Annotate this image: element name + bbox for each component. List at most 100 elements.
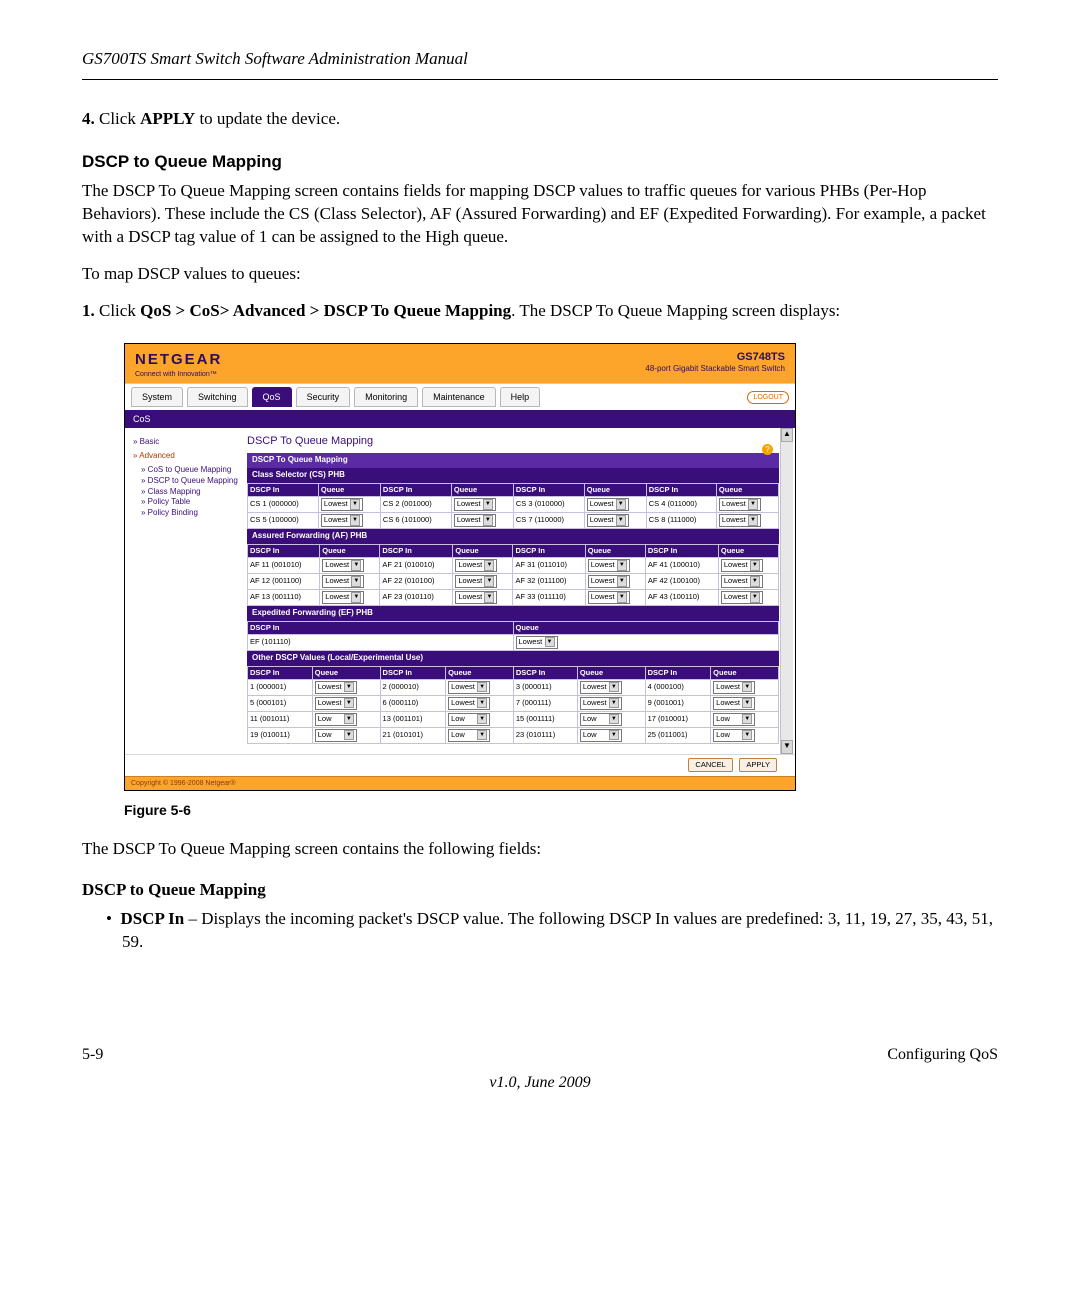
step-1-post: . The DSCP To Queue Mapping screen displ… — [511, 301, 840, 320]
paragraph-fields-intro: The DSCP To Queue Mapping screen contain… — [82, 838, 998, 861]
bullet-dscp-in: • DSCP In – Displays the incoming packet… — [122, 908, 998, 954]
figure-caption: Figure 5-6 — [124, 801, 998, 820]
table-row: CS 5 (100000)Lowest▼ CS 6 (101000)Lowest… — [248, 513, 779, 529]
queue-select[interactable]: Lowest▼ — [322, 575, 364, 588]
page-number: 5-9 — [82, 1044, 103, 1066]
scroll-up-icon[interactable]: ▲ — [781, 428, 793, 442]
table-row: 11 (001011)Low▼ 13 (001101)Low▼ 15 (0011… — [248, 711, 779, 727]
queue-select[interactable]: Lowest▼ — [719, 498, 761, 511]
tab-qos[interactable]: QoS — [252, 387, 292, 407]
subtab-cos[interactable]: CoS — [125, 410, 795, 428]
tab-switching[interactable]: Switching — [187, 387, 248, 407]
queue-select[interactable]: Low▼ — [448, 713, 490, 726]
bullet-rest: – Displays the incoming packet's DSCP va… — [122, 909, 993, 951]
step-4-post: to update the device. — [195, 109, 340, 128]
queue-select[interactable]: Low▼ — [713, 713, 755, 726]
section-heading-dscp: DSCP to Queue Mapping — [82, 151, 998, 174]
step-1: 1. Click QoS > CoS> Advanced > DSCP To Q… — [104, 300, 998, 323]
queue-select[interactable]: Low▼ — [713, 729, 755, 742]
ef-section-bar: Expedited Forwarding (EF) PHB — [247, 606, 779, 621]
paragraph-intro: The DSCP To Queue Mapping screen contain… — [82, 180, 998, 249]
nav-cos-queue[interactable]: » CoS to Queue Mapping — [141, 465, 239, 476]
th-queue: Queue — [318, 483, 380, 496]
footer-version: v1.0, June 2009 — [82, 1072, 998, 1094]
bullet-label: DSCP In — [120, 909, 184, 928]
table-row: AF 12 (001100)Lowest▼ AF 22 (010100)Lowe… — [248, 573, 779, 589]
queue-select[interactable]: Lowest▼ — [455, 591, 497, 604]
queue-select[interactable]: Lowest▼ — [587, 514, 629, 527]
queue-select[interactable]: Lowest▼ — [580, 681, 622, 694]
chapter-name: Configuring QoS — [887, 1044, 998, 1066]
queue-select[interactable]: Lowest▼ — [721, 575, 763, 588]
copyright-text: Copyright © 1996-2008 Netgear® — [125, 776, 795, 790]
queue-select[interactable]: Lowest▼ — [588, 591, 630, 604]
netgear-tagline: Connect with Innovation™ — [135, 370, 222, 379]
queue-select[interactable]: Lowest▼ — [719, 514, 761, 527]
nav-class-mapping[interactable]: » Class Mapping — [141, 487, 239, 498]
queue-select[interactable]: Lowest▼ — [588, 559, 630, 572]
queue-select[interactable]: Low▼ — [315, 713, 357, 726]
cs-table: DSCP InQueue DSCP InQueue DSCP InQueue D… — [247, 483, 779, 529]
tab-maintenance[interactable]: Maintenance — [422, 387, 496, 407]
queue-select[interactable]: Lowest▼ — [322, 591, 364, 604]
box-title-bar: DSCP To Queue Mapping — [247, 453, 779, 468]
queue-select[interactable]: Low▼ — [580, 713, 622, 726]
af-table: DSCP InQueue DSCP InQueue DSCP InQueue D… — [247, 544, 779, 606]
tab-monitoring[interactable]: Monitoring — [354, 387, 418, 407]
product-model: GS748TS — [645, 350, 785, 365]
queue-select[interactable]: Lowest▼ — [321, 498, 363, 511]
table-row: 5 (000101)Lowest▼ 6 (000110)Lowest▼ 7 (0… — [248, 695, 779, 711]
tab-help[interactable]: Help — [500, 387, 541, 407]
queue-select[interactable]: Low▼ — [580, 729, 622, 742]
fields-heading: DSCP to Queue Mapping — [82, 879, 998, 902]
queue-select[interactable]: Low▼ — [448, 729, 490, 742]
queue-select[interactable]: Lowest▼ — [454, 514, 496, 527]
queue-select[interactable]: Lowest▼ — [454, 498, 496, 511]
queue-select[interactable]: Lowest▼ — [580, 697, 622, 710]
queue-select[interactable]: Lowest▼ — [721, 559, 763, 572]
queue-select[interactable]: Lowest▼ — [321, 514, 363, 527]
table-row: 19 (010011)Low▼ 21 (010101)Low▼ 23 (0101… — [248, 727, 779, 743]
netgear-logo: NETGEAR — [135, 350, 222, 370]
tab-system[interactable]: System — [131, 387, 183, 407]
queue-select[interactable]: Lowest▼ — [455, 559, 497, 572]
queue-select[interactable]: Low▼ — [315, 729, 357, 742]
step-1-pre: Click — [99, 301, 140, 320]
cs-section-bar: Class Selector (CS) PHB — [247, 468, 779, 483]
apply-button[interactable]: APPLY — [739, 758, 777, 772]
queue-select[interactable]: Lowest▼ — [587, 498, 629, 511]
th-dscp: DSCP In — [248, 483, 319, 496]
logout-button[interactable]: LOGOUT — [747, 391, 789, 404]
queue-select[interactable]: Lowest▼ — [516, 636, 558, 649]
queue-select[interactable]: Lowest▼ — [315, 681, 357, 694]
nav-policy-table[interactable]: » Policy Table — [141, 497, 239, 508]
main-tab-bar: System Switching QoS Security Monitoring… — [125, 383, 795, 410]
step-4-bold: APPLY — [140, 109, 195, 128]
left-nav: » Basic » Advanced » CoS to Queue Mappin… — [125, 428, 243, 753]
other-section-bar: Other DSCP Values (Local/Experimental Us… — [247, 651, 779, 666]
scroll-down-icon[interactable]: ▼ — [781, 740, 793, 754]
queue-select[interactable]: Lowest▼ — [713, 681, 755, 694]
tab-security[interactable]: Security — [296, 387, 351, 407]
queue-select[interactable]: Lowest▼ — [322, 559, 364, 572]
nav-dscp-queue[interactable]: » DSCP to Queue Mapping — [141, 476, 239, 487]
nav-basic[interactable]: » Basic — [133, 437, 239, 448]
panel-title: DSCP To Queue Mapping — [247, 434, 779, 449]
step-4: 4. Click APPLY to update the device. — [104, 108, 998, 131]
nav-advanced[interactable]: » Advanced — [133, 451, 239, 462]
table-row: CS 1 (000000)Lowest▼ CS 2 (001000)Lowest… — [248, 497, 779, 513]
af-section-bar: Assured Forwarding (AF) PHB — [247, 529, 779, 544]
queue-select[interactable]: Lowest▼ — [455, 575, 497, 588]
queue-select[interactable]: Lowest▼ — [315, 697, 357, 710]
queue-select[interactable]: Lowest▼ — [448, 681, 490, 694]
other-table: DSCP InQueue DSCP InQueue DSCP InQueue D… — [247, 666, 779, 744]
cancel-button[interactable]: CANCEL — [688, 758, 732, 772]
queue-select[interactable]: Lowest▼ — [588, 575, 630, 588]
queue-select[interactable]: Lowest▼ — [721, 591, 763, 604]
nav-policy-binding[interactable]: » Policy Binding — [141, 508, 239, 519]
queue-select[interactable]: Lowest▼ — [713, 697, 755, 710]
screenshot-figure: NETGEAR Connect with Innovation™ GS748TS… — [124, 343, 796, 792]
step-1-bold: QoS > CoS> Advanced > DSCP To Queue Mapp… — [140, 301, 511, 320]
scrollbar[interactable]: ▲ ▼ — [780, 428, 793, 753]
queue-select[interactable]: Lowest▼ — [448, 697, 490, 710]
